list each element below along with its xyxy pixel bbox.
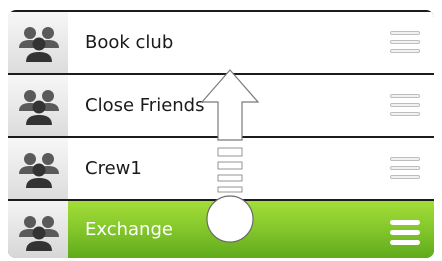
group-icon — [19, 90, 59, 125]
drag-handle-icon[interactable] — [390, 157, 420, 181]
group-avatar — [8, 201, 68, 258]
list-item-selected[interactable]: Exchange — [8, 201, 434, 258]
list-item[interactable]: Crew1 — [8, 138, 434, 199]
drag-handle-icon[interactable] — [390, 31, 420, 55]
group-list: Book club Close Friends Crew1 Exchange — [8, 10, 434, 258]
group-icon — [19, 216, 59, 251]
group-icon — [19, 153, 59, 188]
group-avatar — [8, 138, 68, 199]
drag-handle-icon[interactable] — [390, 220, 420, 245]
screen: Book club Close Friends Crew1 Exchange — [0, 0, 442, 261]
drag-handle-icon[interactable] — [390, 94, 420, 118]
group-label: Exchange — [85, 219, 173, 240]
group-label: Close Friends — [85, 95, 205, 116]
group-avatar — [8, 75, 68, 136]
group-avatar — [8, 12, 68, 73]
list-item[interactable]: Close Friends — [8, 75, 434, 136]
group-label: Book club — [85, 32, 174, 53]
list-item[interactable]: Book club — [8, 12, 434, 73]
group-icon — [19, 27, 59, 62]
group-label: Crew1 — [85, 158, 142, 179]
